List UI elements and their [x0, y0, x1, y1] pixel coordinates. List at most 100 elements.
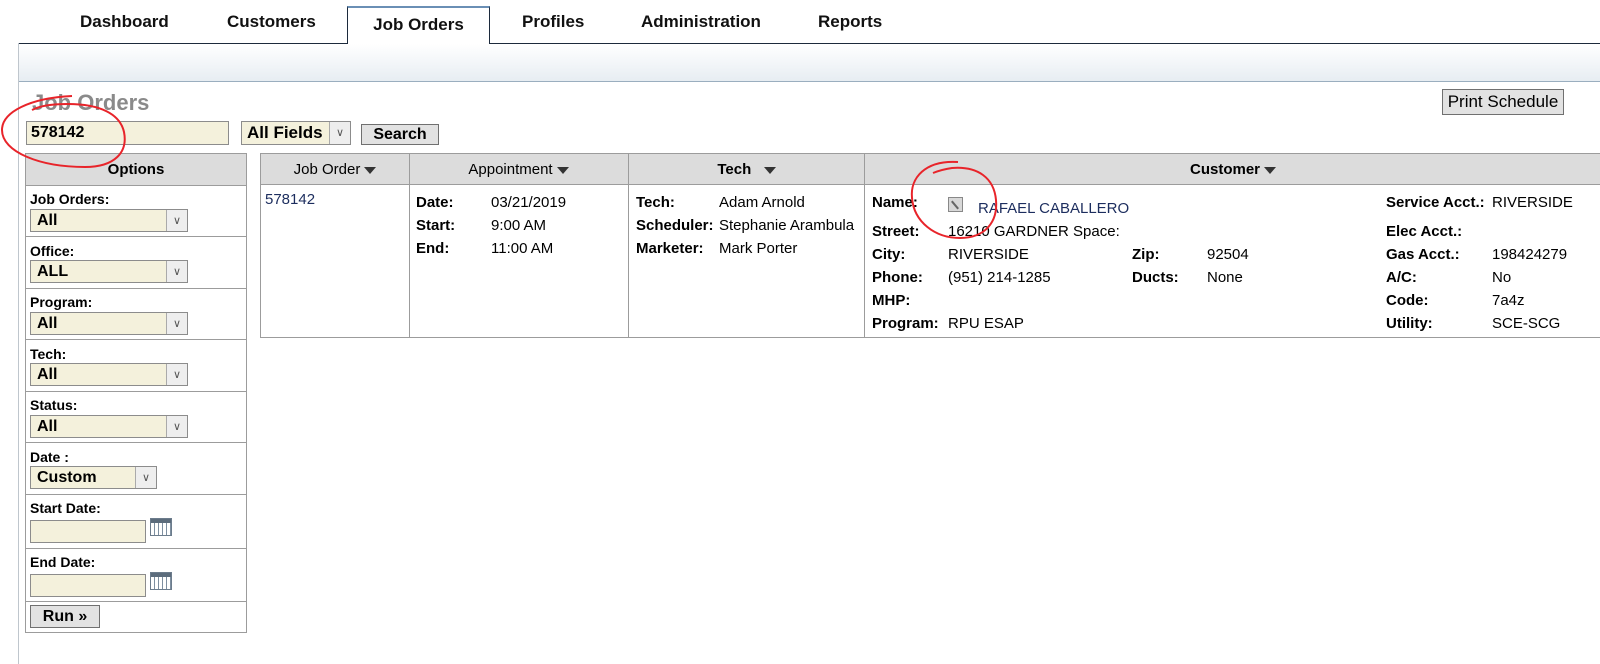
elec-acct-label: Elec Acct.: [1386, 223, 1463, 240]
date-value: Custom [37, 469, 97, 486]
tech-name: Adam Arnold [719, 194, 805, 211]
program-value: All [37, 315, 58, 332]
chevron-down-icon: ∨ [166, 210, 187, 231]
column-divider [864, 154, 865, 337]
status-select[interactable]: All ∨ [30, 415, 188, 438]
sort-arrow-icon [364, 166, 377, 174]
chevron-down-icon: ∨ [166, 416, 187, 437]
office-select[interactable]: ALL ∨ [30, 260, 188, 283]
ac-value: No [1492, 269, 1512, 286]
header-label: Appointment [468, 161, 553, 178]
tech-label: Tech: [636, 194, 675, 211]
mhp-label: MHP: [872, 292, 911, 309]
end-label: End: [416, 240, 450, 257]
options-panel: Options Job Orders: All ∨ Office: ALL ∨ … [25, 153, 247, 633]
tech-value: All [37, 366, 58, 383]
appointment-start: 9:00 AM [491, 217, 547, 234]
page-border [18, 43, 19, 664]
date-select[interactable]: Custom ∨ [30, 466, 157, 489]
chevron-down-icon: ∨ [166, 313, 187, 334]
divider [26, 236, 246, 237]
edit-icon[interactable] [948, 197, 963, 212]
start-label: Start: [416, 217, 456, 234]
program-label: Program: [30, 294, 93, 310]
start-date-label: Start Date: [30, 500, 101, 516]
search-input[interactable]: 578142 [26, 121, 229, 145]
header-label: Tech [717, 161, 752, 178]
print-schedule-button[interactable]: Print Schedule [1442, 89, 1564, 115]
start-date-input[interactable] [30, 520, 146, 543]
customer-name-link[interactable]: RAFAEL CABALLERO [978, 200, 1129, 217]
service-acct-value: RIVERSIDE [1492, 194, 1573, 211]
tech-select[interactable]: All ∨ [30, 363, 188, 386]
page-title: Job Orders [32, 90, 150, 115]
sort-arrow-icon [556, 166, 569, 174]
column-header-appointment[interactable]: Appointment [409, 154, 628, 185]
scheduler-label: Scheduler: [636, 217, 714, 234]
calendar-icon[interactable] [150, 572, 172, 590]
job-orders-table: Job Order Appointment Tech Customer 5781… [260, 153, 1600, 338]
program-label: Program: [872, 315, 939, 332]
zip-label: Zip: [1132, 246, 1160, 263]
divider [26, 494, 246, 495]
tab-customers[interactable]: Customers [227, 12, 316, 32]
search-field-value: All Fields [247, 123, 323, 142]
column-divider [628, 154, 629, 337]
divider [26, 548, 246, 549]
service-acct-label: Service Acct.: [1386, 194, 1485, 211]
gas-acct-label: Gas Acct.: [1386, 246, 1460, 263]
search-field-select[interactable]: All Fields ∨ [241, 121, 351, 145]
tab-administration[interactable]: Administration [641, 12, 761, 32]
appointment-date: 03/21/2019 [491, 194, 567, 211]
header-label: Job Order [293, 161, 361, 178]
calendar-icon[interactable] [150, 518, 172, 536]
job-order-link[interactable]: 578142 [265, 191, 315, 208]
customer-city: RIVERSIDE [948, 246, 1029, 263]
divider [26, 288, 246, 289]
customer-zip: 92504 [1207, 246, 1249, 263]
customer-street: 16210 GARDNER Space: [948, 223, 1120, 240]
chevron-down-icon: ∨ [135, 467, 156, 488]
divider [26, 391, 246, 392]
chevron-down-icon: ∨ [166, 364, 187, 385]
tab-profiles[interactable]: Profiles [522, 12, 584, 32]
run-button[interactable]: Run » [30, 605, 100, 628]
gas-acct-value: 198424279 [1492, 246, 1568, 263]
program-select[interactable]: All ∨ [30, 312, 188, 335]
sub-toolbar [19, 44, 1600, 82]
header-label: Customer [1189, 161, 1260, 178]
appointment-end: 11:00 AM [491, 240, 554, 257]
customer-ducts: None [1207, 269, 1243, 286]
job-orders-select[interactable]: All ∨ [30, 209, 188, 232]
office-value: ALL [37, 263, 69, 280]
office-label: Office: [30, 243, 75, 259]
job-orders-label: Job Orders: [30, 191, 110, 207]
sort-arrow-icon [763, 166, 776, 174]
divider [26, 339, 246, 340]
column-header-tech[interactable]: Tech [628, 154, 865, 185]
tab-dashboard[interactable]: Dashboard [80, 12, 169, 32]
marketer-name: Mark Porter [719, 240, 798, 257]
column-header-customer[interactable]: Customer [865, 154, 1600, 185]
job-orders-value: All [37, 212, 58, 229]
customer-phone: (951) 214-1285 [948, 269, 1051, 286]
street-label: Street: [872, 223, 920, 240]
column-header-job-order[interactable]: Job Order [261, 154, 409, 185]
column-divider [409, 154, 410, 337]
utility-label: Utility: [1386, 315, 1433, 332]
status-value: All [37, 418, 58, 435]
end-date-input[interactable] [30, 574, 146, 597]
marketer-label: Marketer: [636, 240, 704, 257]
divider [26, 601, 246, 602]
scheduler-name: Stephanie Arambula [719, 217, 855, 234]
search-button[interactable]: Search [361, 124, 439, 145]
name-label: Name: [872, 194, 918, 211]
chevron-down-icon: ∨ [329, 122, 350, 144]
phone-label: Phone: [872, 269, 923, 286]
customer-program: RPU ESAP [948, 315, 1024, 332]
tab-reports[interactable]: Reports [818, 12, 882, 32]
sort-arrow-icon [1264, 166, 1276, 174]
status-label: Status: [30, 397, 78, 413]
date-label: Date : [30, 449, 69, 465]
tab-job-orders[interactable]: Job Orders [347, 6, 490, 45]
